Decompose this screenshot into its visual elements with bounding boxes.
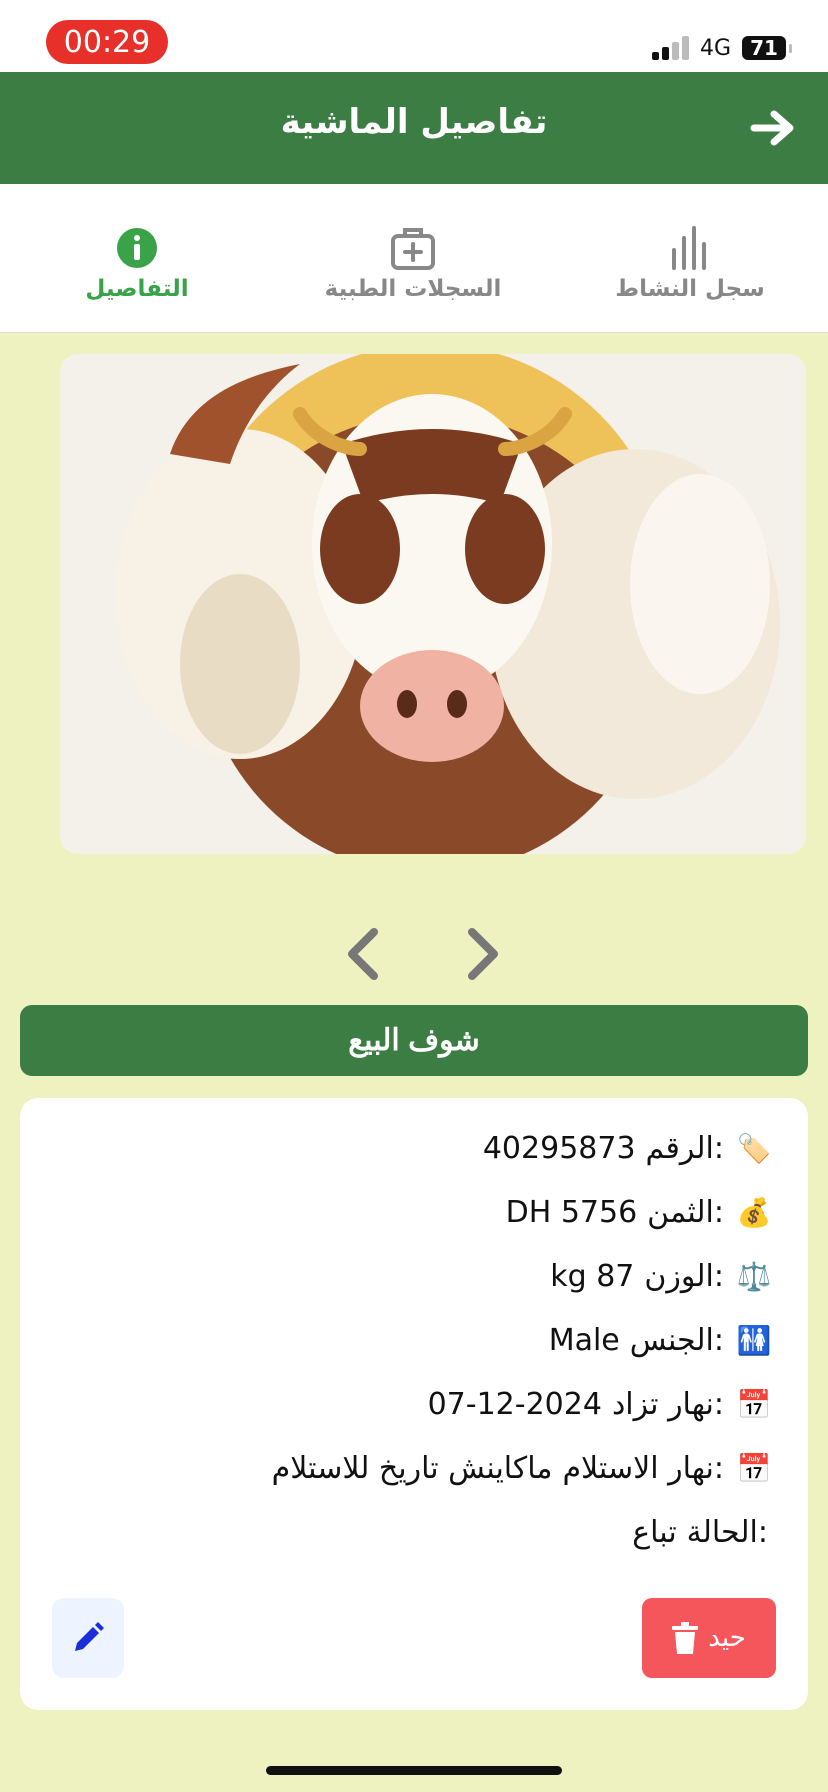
detail-label: الرقم: bbox=[645, 1130, 724, 1166]
home-indicator bbox=[266, 1766, 562, 1775]
livestock-illustration bbox=[115, 354, 780, 854]
detail-row-weight: ⚖️ الوزن: kg 87 bbox=[550, 1252, 774, 1300]
tab-activity-log[interactable]: سجل النشاط bbox=[570, 224, 810, 302]
detail-label: الجنس: bbox=[629, 1322, 724, 1358]
chevron-right-icon bbox=[468, 928, 498, 980]
tab-bar: سجل النشاط السجلات الطبية التفاصيل bbox=[0, 184, 828, 333]
detail-value: 40295873 bbox=[482, 1130, 636, 1166]
detail-row-gender: 🚻 الجنس: Male bbox=[549, 1316, 774, 1364]
tab-details[interactable]: التفاصيل bbox=[17, 224, 257, 302]
carousel-next-button[interactable] bbox=[462, 924, 506, 984]
tab-label: سجل النشاط bbox=[615, 276, 765, 302]
status-bar: 00:29 4G 71 bbox=[0, 0, 828, 72]
tab-label: التفاصيل bbox=[85, 276, 189, 302]
money-bag-icon: 💰 bbox=[736, 1195, 772, 1229]
pencil-icon bbox=[75, 1622, 104, 1651]
view-sale-button[interactable]: شوف البيع bbox=[20, 1005, 808, 1076]
livestock-image bbox=[60, 354, 806, 854]
arrow-right-icon bbox=[750, 110, 794, 146]
detail-row-status: الحالة: تباع bbox=[632, 1508, 768, 1556]
detail-value: تباع bbox=[632, 1514, 677, 1550]
detail-label: نهار تزاد: bbox=[611, 1386, 724, 1422]
calendar-icon: 📅 bbox=[736, 1451, 772, 1485]
detail-value: Male bbox=[548, 1322, 620, 1358]
status-time: 00:29 bbox=[46, 20, 168, 64]
detail-label: الوزن: bbox=[644, 1258, 724, 1294]
back-button[interactable] bbox=[750, 108, 798, 148]
chevron-left-icon bbox=[348, 928, 378, 980]
detail-value: DH 5756 bbox=[505, 1194, 638, 1230]
detail-row-price: 💰 الثمن: DH 5756 bbox=[506, 1188, 774, 1236]
tab-medical-records[interactable]: السجلات الطبية bbox=[293, 224, 533, 302]
delete-button[interactable]: حيد bbox=[642, 1598, 776, 1678]
detail-value: 07-12-2024 bbox=[427, 1386, 602, 1422]
detail-label: نهار الاستلام: bbox=[562, 1450, 724, 1486]
delete-label: حيد bbox=[708, 1623, 746, 1653]
scale-icon: ⚖️ bbox=[736, 1259, 772, 1293]
page-title: تفاصيل الماشية bbox=[280, 102, 548, 142]
tag-icon: 🏷️ bbox=[736, 1131, 772, 1165]
detail-value: kg 87 bbox=[550, 1258, 635, 1294]
signal-icon bbox=[652, 34, 692, 60]
bar-chart-icon bbox=[672, 226, 706, 270]
detail-label: الحالة: bbox=[686, 1514, 768, 1550]
detail-row-birth-date: 📅 نهار تزاد: 07-12-2024 bbox=[428, 1380, 774, 1428]
detail-row-receipt-date: 📅 نهار الاستلام: ماكاينش تاريخ للاستلام bbox=[272, 1444, 774, 1492]
app-header: تفاصيل الماشية bbox=[0, 72, 828, 184]
carousel-prev-button[interactable] bbox=[340, 924, 384, 984]
calendar-icon: 📅 bbox=[736, 1387, 772, 1421]
detail-value: ماكاينش تاريخ للاستلام bbox=[271, 1450, 553, 1486]
battery-icon: 71 bbox=[742, 36, 792, 60]
edit-button[interactable] bbox=[52, 1598, 124, 1678]
detail-row-id: 🏷️ الرقم: 40295873 bbox=[483, 1124, 774, 1172]
detail-label: الثمن: bbox=[647, 1194, 724, 1230]
restroom-icon: 🚻 bbox=[736, 1323, 772, 1357]
medical-kit-icon bbox=[391, 228, 435, 270]
details-card: 🏷️ الرقم: 40295873 💰 الثمن: DH 5756 ⚖️ ا… bbox=[20, 1098, 808, 1710]
trash-icon bbox=[672, 1622, 699, 1654]
network-label: 4G bbox=[700, 36, 732, 61]
tab-label: السجلات الطبية bbox=[324, 276, 502, 302]
info-icon bbox=[117, 228, 157, 268]
